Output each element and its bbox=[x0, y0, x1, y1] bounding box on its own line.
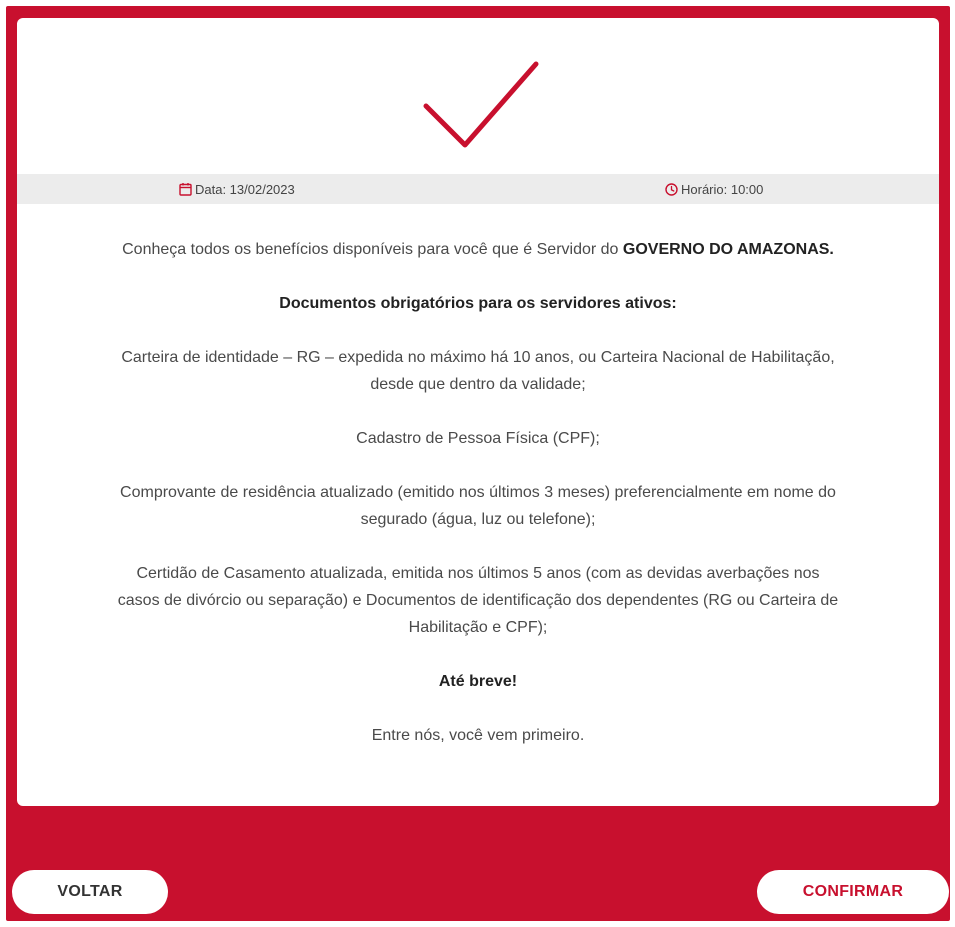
modal-frame: Data: 13/02/2023 Horário: 10:00 Conheça … bbox=[6, 6, 950, 921]
back-button[interactable]: VOLTAR bbox=[12, 870, 168, 914]
clock-icon bbox=[665, 182, 678, 196]
confirmation-card: Data: 13/02/2023 Horário: 10:00 Conheça … bbox=[17, 18, 939, 806]
time-label: Horário: 10:00 bbox=[681, 181, 764, 197]
appointment-info-bar: Data: 13/02/2023 Horário: 10:00 bbox=[17, 174, 939, 204]
doc-item-rg-line-1: Carteira de identidade – RG – expedida n… bbox=[121, 349, 835, 366]
intro-bold: GOVERNO DO AMAZONAS. bbox=[622, 241, 834, 258]
confirm-button[interactable]: CONFIRMAR bbox=[757, 870, 949, 914]
doc-item-rg-line-2: desde que dentro da validade; bbox=[370, 376, 586, 393]
doc-item-marriage-line-3: Habilitação e CPF); bbox=[408, 619, 548, 636]
date-label: Data: 13/02/2023 bbox=[195, 181, 295, 197]
doc-item-marriage: Certidão de Casamento atualizada, emitid… bbox=[17, 560, 939, 641]
doc-item-residence-line-1: Comprovante de residência atualizado (em… bbox=[120, 484, 836, 501]
intro-text: Conheça todos os benefícios disponíveis … bbox=[122, 241, 623, 258]
checkmark-icon bbox=[423, 61, 539, 148]
calendar-icon bbox=[179, 183, 192, 196]
appointment-time: Horário: 10:00 bbox=[665, 174, 763, 204]
doc-item-residence-line-2: segurado (água, luz ou telefone); bbox=[360, 511, 596, 528]
doc-item-cpf: Cadastro de Pessoa Física (CPF); bbox=[356, 430, 600, 447]
docs-heading: Documentos obrigatórios para os servidor… bbox=[279, 295, 677, 312]
appointment-date: Data: 13/02/2023 bbox=[179, 174, 295, 204]
doc-item-marriage-line-1: Certidão de Casamento atualizada, emitid… bbox=[136, 565, 820, 582]
doc-item-rg: Carteira de identidade – RG – expedida n… bbox=[17, 344, 939, 398]
doc-item-residence: Comprovante de residência atualizado (em… bbox=[17, 479, 939, 533]
message-body: Conheça todos os benefícios disponíveis … bbox=[17, 236, 939, 776]
slogan-text: Entre nós, você vem primeiro. bbox=[371, 727, 585, 744]
intro-paragraph: Conheça todos os benefícios disponíveis … bbox=[17, 236, 939, 263]
doc-item-marriage-line-2: casos de divórcio ou separação) e Docume… bbox=[117, 592, 839, 609]
success-check bbox=[17, 38, 939, 168]
farewell-text: Até breve! bbox=[438, 673, 518, 690]
